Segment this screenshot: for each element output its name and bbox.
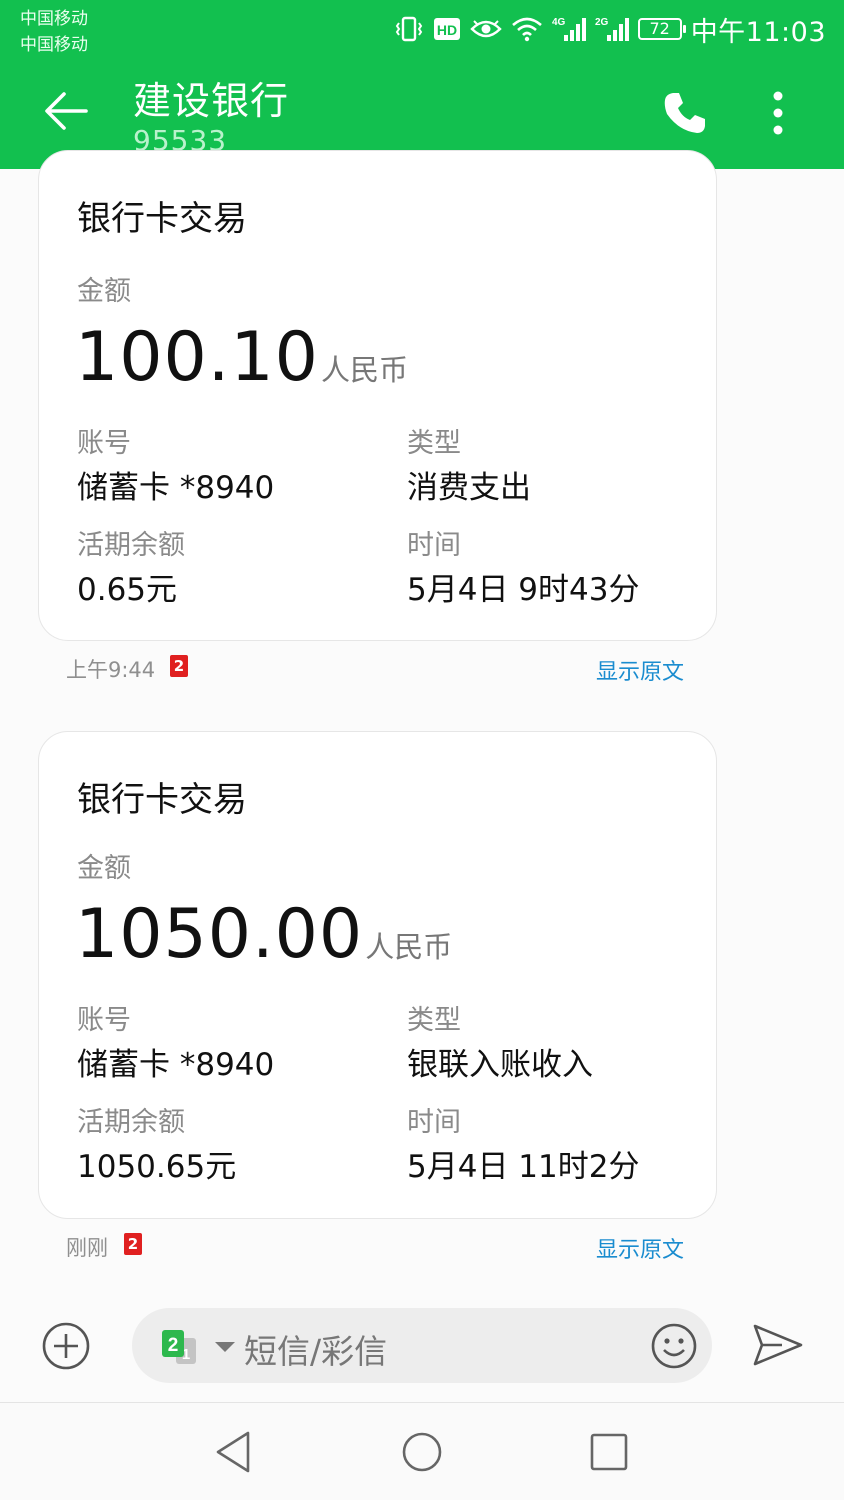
amount-value: 100.10人民币 xyxy=(75,323,408,405)
balance-value: 0.65元 xyxy=(77,572,178,608)
amount-number: 100.10 xyxy=(75,318,319,397)
card-heading: 银行卡交易 xyxy=(77,780,247,820)
balance-label: 活期余额 xyxy=(77,530,185,561)
add-circle-icon[interactable] xyxy=(41,1321,91,1371)
amount-label: 金额 xyxy=(77,853,131,884)
status-clock: 中午11:03 xyxy=(690,16,826,48)
currency-label: 人民币 xyxy=(320,353,408,387)
battery-level: 72 xyxy=(649,19,670,38)
message-card[interactable]: 银行卡交易 金额 100.10人民币 账号 储蓄卡 *8940 类型 消费支出 … xyxy=(38,150,717,641)
currency-label: 人民币 xyxy=(365,930,453,964)
type-label: 类型 xyxy=(407,1005,461,1036)
card-heading: 银行卡交易 xyxy=(77,199,247,239)
balance-label: 活期余额 xyxy=(77,1107,185,1138)
hd-icon: HD xyxy=(433,18,460,40)
message-received-time: 上午9:44 xyxy=(66,658,156,682)
message-received-time: 刚刚 xyxy=(66,1236,108,1260)
status-bar-right: HD 4G 2G 72 中午11:03 xyxy=(394,12,826,48)
back-arrow-icon[interactable] xyxy=(40,84,92,136)
carrier-info: 中国移动 中国移动 xyxy=(20,6,88,58)
hd-label: HD xyxy=(437,22,457,38)
vibrate-icon xyxy=(395,16,422,42)
amount-number: 1050.00 xyxy=(75,895,364,974)
battery-icon: 72 xyxy=(637,18,686,40)
sim-badge: 2 xyxy=(124,1233,142,1255)
type-value: 银联入账收入 xyxy=(407,1047,593,1083)
network-2-label: 2G xyxy=(595,17,609,28)
compose-input[interactable]: 短信/彩信 xyxy=(244,1325,387,1373)
signal-2g-icon: 2G xyxy=(595,17,629,41)
phone-icon[interactable] xyxy=(660,89,708,137)
account-label: 账号 xyxy=(77,428,131,459)
time-label: 时间 xyxy=(407,530,461,561)
account-value: 储蓄卡 *8940 xyxy=(77,1047,275,1083)
account-value: 储蓄卡 *8940 xyxy=(77,470,275,506)
more-vertical-icon[interactable] xyxy=(758,88,798,138)
time-label: 时间 xyxy=(407,1107,461,1138)
carrier-1: 中国移动 xyxy=(20,9,88,29)
network-1-label: 4G xyxy=(552,17,566,28)
wifi-icon xyxy=(511,17,542,42)
chevron-down-icon[interactable] xyxy=(214,1341,236,1353)
account-label: 账号 xyxy=(77,1005,131,1036)
message-card[interactable]: 银行卡交易 金额 1050.00人民币 账号 储蓄卡 *8940 类型 银联入账… xyxy=(38,731,717,1219)
amount-label: 金额 xyxy=(77,276,131,307)
show-original-link[interactable]: 显示原文 xyxy=(596,654,684,686)
nav-back-icon[interactable] xyxy=(212,1429,258,1475)
nav-recent-icon[interactable] xyxy=(586,1429,632,1475)
sim-switch-icon[interactable]: 1 2 xyxy=(160,1328,206,1368)
system-nav-bar xyxy=(0,1402,844,1500)
time-value: 5月4日 9时43分 xyxy=(407,572,640,608)
send-icon[interactable] xyxy=(752,1322,804,1368)
time-value: 5月4日 11时2分 xyxy=(407,1149,640,1185)
type-value: 消费支出 xyxy=(407,470,531,506)
emoji-icon[interactable] xyxy=(650,1322,698,1370)
carrier-2: 中国移动 xyxy=(20,35,88,55)
compose-bar: 1 2 短信/彩信 xyxy=(132,1308,712,1383)
eye-comfort-icon xyxy=(469,20,502,38)
nav-home-icon[interactable] xyxy=(399,1429,445,1475)
show-original-link[interactable]: 显示原文 xyxy=(596,1232,684,1264)
sim-badge: 2 xyxy=(170,655,188,677)
balance-value: 1050.65元 xyxy=(77,1149,237,1185)
app-header: 中国移动 中国移动 HD 4G 2G 72 中午11:03 建设银行 95533 xyxy=(0,0,844,169)
sim-selected-label: 2 xyxy=(168,1335,179,1356)
amount-value: 1050.00人民币 xyxy=(75,900,452,982)
conversation-title: 建设银行 xyxy=(133,79,290,123)
type-label: 类型 xyxy=(407,428,461,459)
signal-4g-icon: 4G xyxy=(552,17,586,41)
